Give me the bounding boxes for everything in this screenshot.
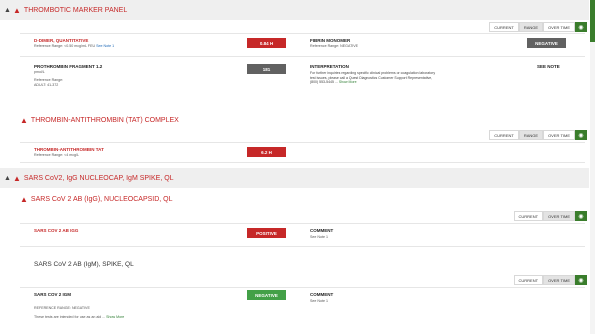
reference-range: Reference Range: <0.50 mcg/mL FEU See No… — [34, 44, 114, 48]
current-button[interactable]: CURRENT — [489, 130, 519, 140]
view-toggle: CURRENT OVER TIME ◉ — [513, 275, 587, 285]
interpretation-body: For further inquiries regarding specific… — [310, 71, 436, 84]
result-badge: NEGATIVE — [527, 38, 566, 48]
comment-label: COMMENT — [310, 292, 334, 297]
divider — [20, 142, 585, 143]
range-button[interactable]: RANGE — [518, 22, 544, 32]
show-more-link[interactable]: Show More — [106, 315, 124, 319]
see-note-link[interactable]: See Note 1 — [310, 235, 328, 239]
range-button[interactable]: RANGE — [518, 130, 544, 140]
divider — [20, 246, 585, 247]
reference-range: Reference Range: <4 mcg/L — [34, 153, 80, 157]
test-name[interactable]: PROTHROMBIN FRAGMENT 1.2 — [34, 64, 102, 69]
view-toggle: CURRENT RANGE OVER TIME ◉ — [489, 130, 587, 140]
chevron-up-icon[interactable]: ▲ — [4, 7, 13, 14]
result-badge: 181 — [247, 64, 286, 74]
divider — [20, 223, 585, 224]
panel-subtitle-igg[interactable]: ▲ SARS CoV 2 AB (IgG), NUCLEOCAPSID, QL — [20, 195, 173, 204]
see-note-link[interactable]: See Note 1 — [96, 44, 114, 48]
interpretation-text: For further inquiries regarding specific… — [310, 71, 438, 85]
test-name[interactable]: D-DIMER, QUANTITATIVE — [34, 38, 88, 43]
current-button[interactable]: CURRENT — [513, 275, 544, 285]
test-name[interactable]: SARS CoV 2 IGM — [34, 292, 71, 297]
see-note-link[interactable]: See Note 1 — [310, 299, 328, 303]
chevron-up-icon[interactable]: ▲ — [4, 175, 13, 182]
reference-value: ADULT: 41-372 — [34, 83, 59, 87]
scrollbar-thumb[interactable] — [590, 0, 595, 42]
warning-triangle-icon: ▲ — [20, 195, 28, 204]
current-button[interactable]: CURRENT — [513, 211, 544, 221]
view-toggle: CURRENT OVER TIME ◉ — [513, 211, 587, 221]
view-toggle: CURRENT RANGE OVER TIME ◉ — [489, 22, 587, 32]
eye-icon[interactable]: ◉ — [575, 211, 587, 221]
eye-icon[interactable]: ◉ — [575, 275, 587, 285]
over-time-button[interactable]: OVER TIME — [543, 275, 575, 285]
note-text: These tests are intended for use as an a… — [34, 315, 106, 319]
over-time-button[interactable]: OVER TIME — [543, 22, 575, 32]
interpretation-label: INTERPRETATION — [310, 64, 349, 69]
warning-triangle-icon: ▲ — [13, 173, 21, 183]
warning-triangle-icon: ▲ — [13, 5, 21, 15]
result-badge: 0.84 H — [247, 38, 286, 48]
eye-icon[interactable]: ◉ — [575, 130, 587, 140]
over-time-button[interactable]: OVER TIME — [543, 130, 575, 140]
result-badge: NEGATIVE — [247, 290, 286, 300]
result-badge: POSITIVE — [247, 228, 286, 238]
panel-header-sars[interactable]: ▲ ▲ SARS CoV2, IgG NUCLEOCAP, IgM SPIKE,… — [0, 168, 589, 188]
over-time-button[interactable]: OVER TIME — [543, 211, 575, 221]
warning-triangle-icon: ▲ — [20, 116, 28, 125]
divider — [20, 56, 585, 57]
panel-header-thrombotic[interactable]: ▲ ▲ THROMBOTIC MARKER PANEL — [0, 0, 589, 20]
divider — [20, 162, 585, 163]
test-name[interactable]: FIBRIN MONOMER — [310, 38, 350, 43]
divider — [20, 33, 585, 34]
subtitle-text: THROMBIN-ANTITHROMBIN (TAT) COMPLEX — [30, 117, 179, 124]
page-scrollbar[interactable] — [590, 0, 595, 334]
see-note-value: SEE NOTE — [537, 64, 560, 69]
subtitle-text: SARS CoV 2 AB (IgG), NUCLEOCAPSID, QL — [30, 196, 173, 203]
panel-title: SARS CoV2, IgG NUCLEOCAP, IgM SPIKE, QL — [23, 174, 174, 182]
show-more-link[interactable]: Show More — [339, 80, 357, 84]
unit-text: pmol/L — [34, 70, 45, 74]
reference-range: REFERENCE RANGE: NEGATIVE — [34, 306, 90, 310]
reference-label: Reference Range: — [34, 78, 64, 82]
panel-subtitle-tat[interactable]: ▲ THROMBIN-ANTITHROMBIN (TAT) COMPLEX — [20, 116, 179, 125]
subtitle-text: SARS CoV 2 AB (IgM), SPIKE, QL — [34, 261, 134, 268]
test-name[interactable]: SARS CoV 2 AB IGG — [34, 228, 78, 233]
eye-icon[interactable]: ◉ — [575, 22, 587, 32]
test-note: These tests are intended for use as an a… — [34, 315, 124, 319]
test-name[interactable]: THROMBIN-ANTITHROMBIN TAT — [34, 147, 104, 152]
reference-range: Reference Range: NEGATIVE — [310, 44, 359, 48]
reference-text: Reference Range: <0.50 mcg/mL FEU — [34, 44, 96, 48]
result-badge: 6.2 H — [247, 147, 286, 157]
comment-label: COMMENT — [310, 228, 334, 233]
current-button[interactable]: CURRENT — [489, 22, 519, 32]
divider — [20, 287, 585, 288]
panel-title: THROMBOTIC MARKER PANEL — [23, 6, 128, 14]
panel-subtitle-igm[interactable]: SARS CoV 2 AB (IgM), SPIKE, QL — [34, 261, 134, 268]
